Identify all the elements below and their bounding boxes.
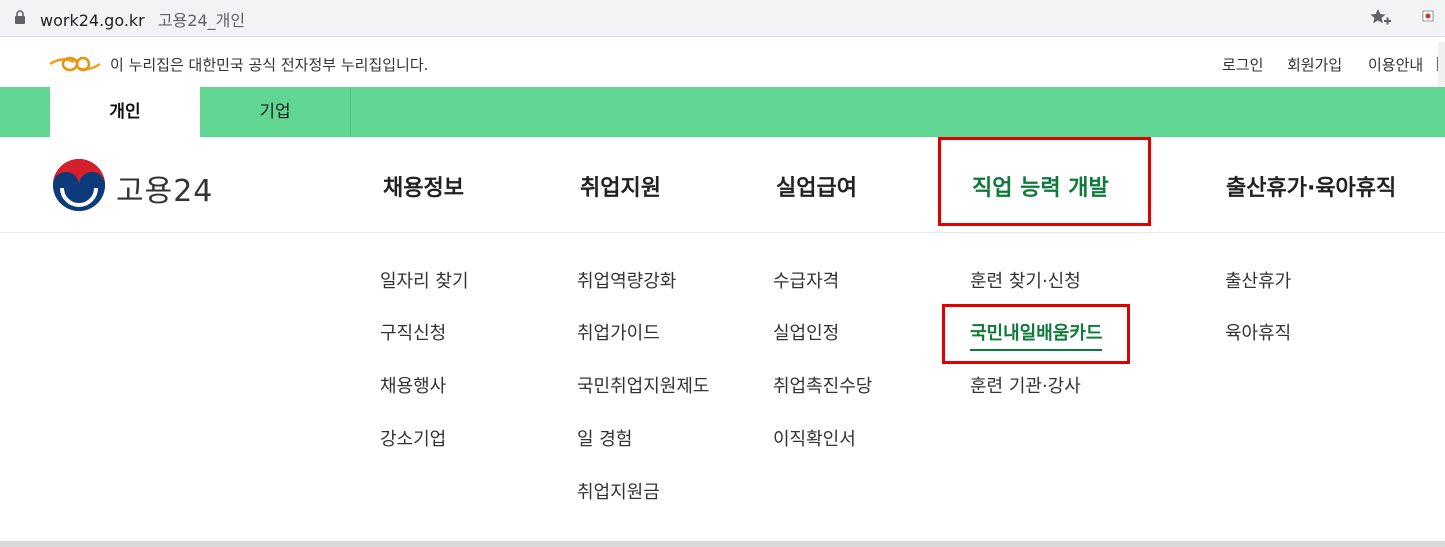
sub-employment-subsidy[interactable]: 취업지원금: [577, 478, 660, 504]
extension-icon[interactable]: [1420, 8, 1436, 24]
bottom-border: [0, 541, 1445, 547]
nav-vocational-training[interactable]: 직업 능력 개발: [972, 170, 1109, 202]
sub-separation-certificate[interactable]: 이직확인서: [773, 425, 856, 451]
sub-training-search[interactable]: 훈련 찾기·신청: [970, 267, 1081, 293]
login-link[interactable]: 로그인: [1222, 54, 1263, 75]
page-title-text: 고용24_개인: [157, 11, 246, 30]
sub-parental-leave[interactable]: 육아휴직: [1225, 319, 1291, 345]
sub-small-giant-companies[interactable]: 강소기업: [380, 425, 446, 451]
tab-personal[interactable]: 개인: [50, 87, 200, 137]
signup-link[interactable]: 회원가입: [1287, 54, 1342, 75]
sub-national-learning-card[interactable]: 국민내일배움카드: [970, 319, 1103, 351]
sub-maternity-leave[interactable]: 출산휴가: [1225, 267, 1291, 293]
url-text: work24.go.kr: [40, 11, 145, 30]
gov-notice: 이 누리집은 대한민국 공식 전자정부 누리집입니다.: [110, 56, 429, 74]
sub-job-application[interactable]: 구직신청: [380, 319, 446, 345]
sub-employment-guide[interactable]: 취업가이드: [577, 319, 660, 345]
address-divider: [0, 36, 1445, 37]
sub-reemployment-allowance[interactable]: 취업촉진수당: [773, 372, 872, 398]
guide-link[interactable]: 이용안내: [1368, 54, 1423, 75]
sub-eligibility[interactable]: 수급자격: [773, 267, 839, 293]
address-url[interactable]: work24.go.kr 고용24_개인: [40, 7, 245, 31]
header-divider: [0, 232, 1445, 233]
sub-training-institutions[interactable]: 훈련 기관·강사: [970, 372, 1081, 398]
nav-recruit-info[interactable]: 채용정보: [383, 170, 464, 202]
nav-employment-support[interactable]: 취업지원: [580, 170, 661, 202]
nav-unemployment-benefit[interactable]: 실업급여: [776, 170, 857, 202]
nav-maternity-parental-leave[interactable]: 출산휴가·육아휴직: [1226, 170, 1396, 202]
sub-national-employment-support[interactable]: 국민취업지원제도: [577, 372, 709, 398]
sub-unemployment-recognition[interactable]: 실업인정: [773, 319, 839, 345]
sub-work-experience[interactable]: 일 경험: [577, 425, 632, 451]
user-type-tabs: 개인 기업: [0, 87, 1445, 137]
lock-icon: [15, 10, 25, 24]
bookmark-star-icon[interactable]: [1368, 6, 1392, 30]
gov-banner: 이 누리집은 대한민국 공식 전자정부 누리집입니다. 로그인 회원가입 이용안…: [0, 42, 1445, 86]
sub-employability[interactable]: 취업역량강화: [577, 267, 676, 293]
browser-address-bar[interactable]: work24.go.kr 고용24_개인: [0, 0, 1445, 36]
taegeuk-logo-icon[interactable]: [52, 158, 106, 212]
site-logo-text[interactable]: 고용24: [116, 166, 213, 210]
egov-logo-icon: [49, 56, 101, 72]
sub-hiring-events[interactable]: 채용행사: [380, 372, 446, 398]
tab-business[interactable]: 기업: [200, 87, 351, 137]
sub-job-search[interactable]: 일자리 찾기: [380, 267, 469, 293]
